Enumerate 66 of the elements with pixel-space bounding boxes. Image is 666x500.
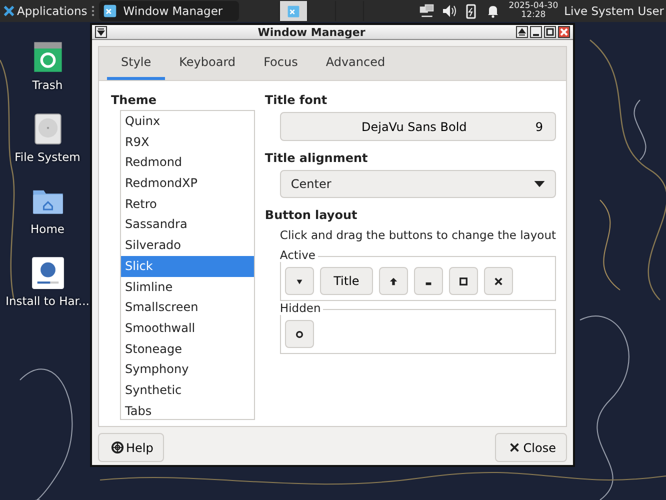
list-item[interactable]: Silverado	[121, 235, 254, 256]
network-icon[interactable]	[418, 3, 435, 19]
help-icon	[111, 441, 124, 454]
separator-icon	[92, 6, 96, 16]
close-icon	[494, 276, 503, 286]
list-item[interactable]: Tabs	[121, 400, 254, 419]
alignment-dropdown[interactable]: Center	[280, 170, 556, 198]
list-item[interactable]: Slick	[121, 256, 254, 276]
section-label: Theme	[111, 93, 158, 107]
hint-text: Click and drag the buttons to change the layout	[280, 228, 556, 242]
window-menu-icon[interactable]	[95, 26, 107, 38]
close-button[interactable]: Close	[495, 433, 567, 462]
workspace-button[interactable]	[278, 1, 307, 21]
list-item[interactable]: Symphony	[121, 359, 254, 380]
tab[interactable]: Focus	[250, 47, 312, 80]
maximize-icon[interactable]	[544, 26, 556, 38]
list-item[interactable]: Retro	[121, 194, 254, 214]
tab[interactable]: Advanced	[312, 47, 400, 80]
desktop-icon-label[interactable]: Install to Har...	[6, 294, 90, 308]
down-triangle-icon	[294, 276, 304, 286]
desktop-icon-label[interactable]: File System	[14, 150, 80, 164]
close-icon[interactable]	[558, 26, 570, 38]
window-title: Window Manager	[256, 26, 366, 38]
help-button[interactable]: Help	[98, 433, 164, 462]
section-label: Title font	[264, 93, 328, 107]
list-item[interactable]: Quinx	[121, 111, 254, 132]
list-item[interactable]: Slimline	[121, 276, 254, 298]
caret-icon	[534, 180, 545, 188]
section-label: Title alignment	[264, 151, 369, 165]
shade-icon[interactable]	[516, 26, 528, 38]
desktop-icon-label[interactable]: Trash	[32, 78, 63, 92]
list-item[interactable]: RedmondXP	[121, 173, 254, 194]
shade-layout-button[interactable]	[378, 267, 408, 295]
list-item[interactable]: Smallscreen	[121, 297, 254, 318]
window-icon	[103, 4, 118, 18]
x-logo-icon	[3, 5, 15, 17]
window-icon	[286, 4, 300, 18]
close-layout-button[interactable]	[484, 267, 513, 295]
minimize-icon[interactable]	[530, 26, 542, 38]
frame-label: Active	[280, 248, 318, 262]
desktop-icon-label[interactable]: Home	[30, 222, 64, 236]
title-button[interactable]: Title	[320, 267, 373, 295]
list-item[interactable]: R9X	[121, 132, 254, 152]
frame-label: Hidden	[280, 301, 323, 315]
list-item[interactable]: Synthetic	[121, 380, 254, 401]
time-text: 12:28	[521, 11, 546, 20]
font-button[interactable]: DejaVu Sans Bold 9	[280, 112, 556, 141]
date-text: 2025-04-30	[508, 2, 558, 10]
stick-layout-button[interactable]	[284, 320, 314, 348]
list-item[interactable]: Redmond	[121, 152, 254, 174]
installer-icon[interactable]	[30, 256, 64, 290]
tab[interactable]: Keyboard	[165, 47, 250, 80]
clock[interactable]: 2025-04-30 12:28	[508, 2, 558, 20]
close-icon	[508, 441, 522, 454]
list-item[interactable]: Stoneage	[121, 338, 254, 360]
up-arrow-icon	[388, 276, 398, 286]
volume-icon[interactable]	[440, 3, 457, 19]
maximize-layout-button[interactable]	[448, 267, 478, 295]
section-label: Button layout	[264, 208, 358, 222]
list-item[interactable]: Sassandra	[121, 214, 254, 236]
circle-icon	[294, 330, 304, 338]
list-item[interactable]: Smoothwall	[121, 318, 254, 339]
taskbar-button[interactable]: Window Manager	[99, 1, 239, 21]
user-menu[interactable]: Live System User	[564, 4, 666, 18]
applications-menu[interactable]: Applications	[0, 4, 90, 18]
maximize-icon	[458, 276, 468, 286]
